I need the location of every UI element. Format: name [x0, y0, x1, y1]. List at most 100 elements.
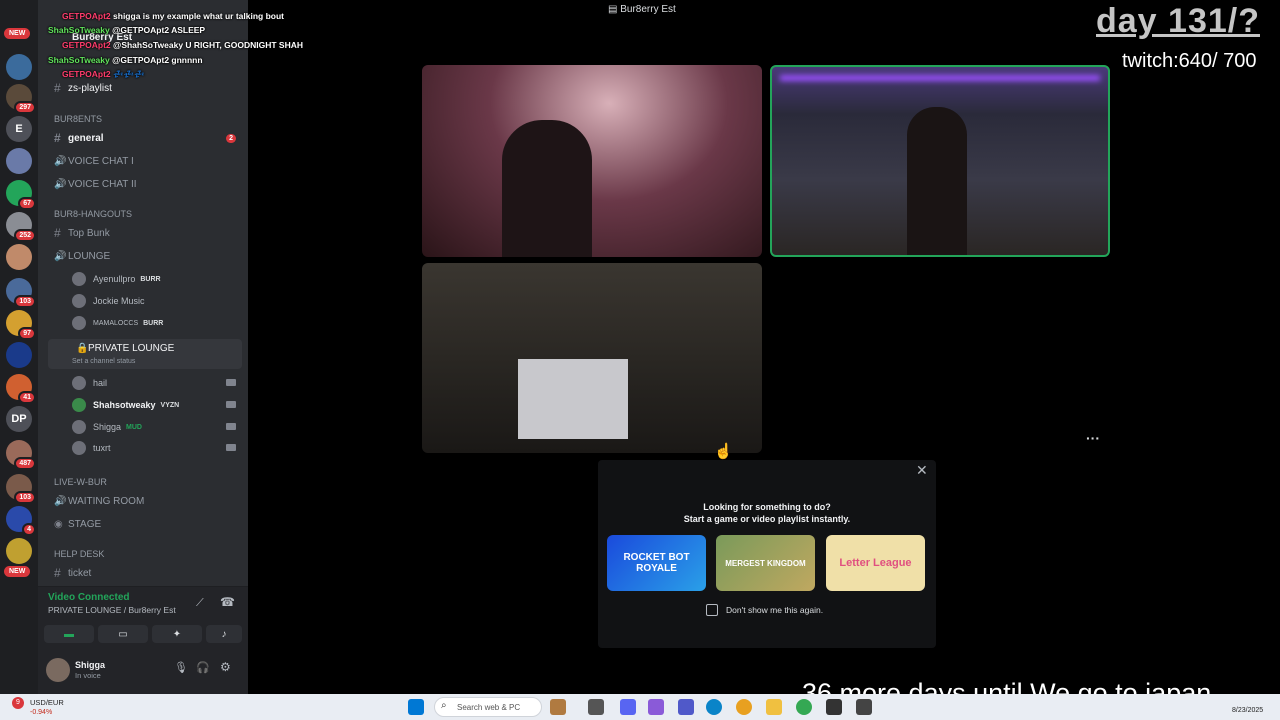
channel-sidebar: Bur8erry Est # zs-playlist BUR8ENTS # gene…: [38, 0, 248, 694]
date-label[interactable]: 8/23/2025: [1232, 707, 1263, 714]
search-input[interactable]: ⌕ Search web & PC: [434, 697, 542, 717]
server-icon[interactable]: E: [6, 116, 32, 142]
stage-icon: ◉: [54, 518, 63, 530]
edge-icon[interactable]: [706, 699, 722, 715]
participant-silhouette: [907, 107, 967, 255]
video-tile[interactable]: [422, 263, 762, 453]
server-name[interactable]: Bur8erry Est: [72, 32, 132, 43]
new-badge: NEW: [4, 566, 31, 577]
chrome-icon[interactable]: [736, 699, 752, 715]
taskbar-widget-icon[interactable]: [550, 699, 566, 715]
windows-taskbar: 9 USD/EUR -0.94% ⌕ Search web & PC 8/23/…: [0, 694, 1280, 720]
noise-suppression-icon[interactable]: ⟋: [196, 597, 204, 610]
gear-icon[interactable]: ⚙: [220, 660, 231, 674]
category-label[interactable]: HELP DESK: [54, 549, 104, 559]
close-icon[interactable]: ✕: [916, 462, 928, 479]
microphone-icon[interactable]: 🎙: [174, 661, 188, 674]
server-icon[interactable]: 297: [6, 84, 36, 114]
obs-icon[interactable]: [826, 699, 842, 715]
dont-show-checkbox[interactable]: [706, 604, 718, 616]
led-strip: [780, 75, 1100, 81]
screen-share-button[interactable]: ▭: [98, 625, 148, 643]
server-icon[interactable]: 97: [6, 310, 36, 340]
category-label[interactable]: BUR8-HANGOUTS: [54, 209, 132, 219]
game-card-rocket-bot-royale[interactable]: ROCKET BOT ROYALE: [607, 535, 706, 591]
task-view-icon[interactable]: [588, 699, 604, 715]
server-icon[interactable]: 103: [6, 278, 36, 308]
camera-icon: [226, 423, 236, 430]
lock-icon: 🔒: [76, 343, 89, 354]
avatar: [72, 376, 86, 390]
voice-location[interactable]: PRIVATE LOUNGE / Bur8erry Est: [48, 605, 176, 615]
camera-icon: [226, 379, 236, 386]
game-card-mergest-kingdom[interactable]: MERGEST KINGDOM: [716, 535, 815, 591]
channel-voice-chat-1[interactable]: 🔊 VOICE CHAT I: [48, 151, 242, 171]
channel-private-lounge[interactable]: 🔒 PRIVATE LOUNGE Set a channel status: [48, 339, 242, 369]
voice-user[interactable]: Jockie Music: [72, 292, 145, 310]
server-icon[interactable]: 252: [6, 212, 36, 242]
channel-waiting-room[interactable]: 🔊 WAITING ROOM: [48, 491, 242, 511]
voice-user[interactable]: Shigga MUD: [72, 418, 142, 436]
video-tile[interactable]: [422, 65, 762, 257]
voice-user[interactable]: hail: [72, 374, 107, 392]
modal-title: Looking for something to do?: [703, 502, 831, 512]
channel-zs-playlist[interactable]: # zs-playlist: [48, 78, 242, 98]
category-label[interactable]: LIVE-W-BUR: [54, 477, 107, 487]
camera-icon: [226, 444, 236, 451]
avatar[interactable]: [46, 658, 70, 682]
server-icon[interactable]: DP: [6, 406, 32, 432]
ticker-name[interactable]: USD/EUR: [30, 698, 64, 707]
server-icon[interactable]: 487: [6, 440, 36, 470]
modal-subtitle: Start a game or video playlist instantly…: [683, 514, 851, 524]
ticker-badge: 9: [12, 697, 24, 709]
user-panel: Shigga In voice 🎙 🎧 ⚙: [38, 652, 248, 694]
headphones-icon[interactable]: 🎧: [196, 661, 210, 674]
username: Shigga: [75, 660, 106, 670]
hash-icon: #: [54, 131, 61, 145]
server-icon[interactable]: 103: [6, 474, 36, 504]
discord-icon[interactable]: [620, 699, 636, 715]
screen: NEW 297 E 67 252 103 97 41 DP 487 103 4 …: [0, 0, 1280, 720]
dont-show-label[interactable]: Don't show me this again.: [726, 605, 823, 615]
soundboard-button[interactable]: ♪: [206, 625, 242, 643]
windows-start-icon[interactable]: [408, 699, 424, 715]
hash-icon: #: [54, 226, 61, 240]
avatar: [72, 420, 86, 434]
channel-stage[interactable]: ◉ STAGE: [48, 514, 242, 534]
server-icon[interactable]: 41: [6, 374, 36, 404]
channel-voice-chat-2[interactable]: 🔊 VOICE CHAT II: [48, 174, 242, 194]
server-icon[interactable]: [6, 148, 32, 174]
disconnect-icon[interactable]: ☎: [220, 595, 235, 609]
channel-status[interactable]: Set a channel status: [72, 358, 135, 365]
voice-user[interactable]: MAMALOCCS BURR: [72, 314, 163, 332]
channel-general[interactable]: # general 2: [48, 128, 242, 148]
server-icon[interactable]: 4: [6, 506, 36, 536]
channel-lounge[interactable]: 🔊 LOUNGE: [48, 246, 242, 266]
browser-icon[interactable]: [796, 699, 812, 715]
voice-user[interactable]: Ayenullpro BURR: [72, 270, 161, 288]
activities-button[interactable]: ✦: [152, 625, 202, 643]
server-icon[interactable]: [6, 244, 32, 270]
file-explorer-icon[interactable]: [766, 699, 782, 715]
hash-icon: #: [54, 566, 61, 580]
server-icon[interactable]: [6, 538, 32, 564]
channel-top-bunk[interactable]: # Top Bunk: [48, 223, 242, 243]
copilot-icon[interactable]: [648, 699, 664, 715]
server-icon[interactable]: [6, 54, 32, 80]
category-label[interactable]: BUR8ENTS: [54, 114, 102, 124]
voice-user[interactable]: Shahsotweaky VYZN: [72, 396, 179, 414]
avatar: [72, 294, 86, 308]
mouse-cursor-icon: ☝: [714, 443, 733, 460]
server-icon[interactable]: [6, 342, 32, 368]
more-options-icon[interactable]: ···: [1086, 430, 1100, 446]
game-card-letter-league[interactable]: Letter League: [826, 535, 925, 591]
channel-ticket[interactable]: # ticket: [48, 563, 242, 583]
capcut-icon[interactable]: [856, 699, 872, 715]
hash-icon: #: [54, 81, 61, 95]
camera-button[interactable]: ▬: [44, 625, 94, 643]
speaker-icon: 🔊: [54, 250, 67, 262]
voice-user[interactable]: tuxrt: [72, 439, 111, 457]
teams-icon[interactable]: [678, 699, 694, 715]
server-icon[interactable]: 67: [6, 180, 36, 210]
video-tile-speaking[interactable]: [770, 65, 1110, 257]
